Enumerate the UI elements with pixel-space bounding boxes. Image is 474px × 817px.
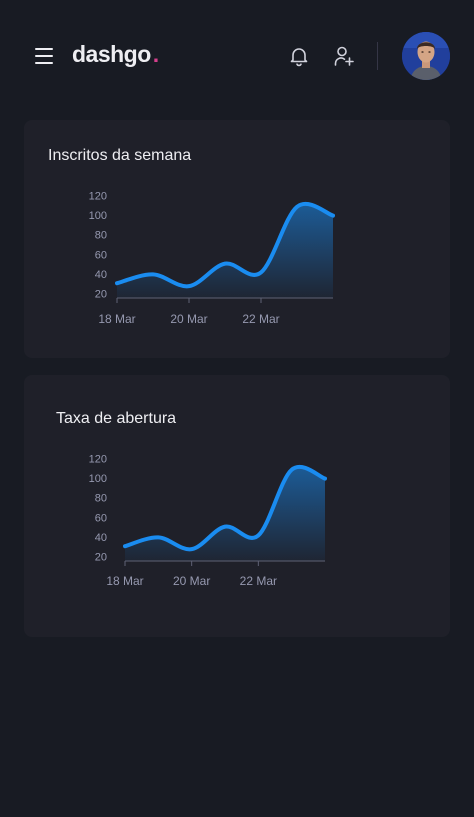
x-tick-label: 22 Mar <box>242 312 279 326</box>
logo-text: dashgo <box>72 41 151 67</box>
y-tick-label: 20 <box>95 552 107 564</box>
open-rate-chart: 120 100 80 60 40 20 18 Mar 20 Mar 22 Mar <box>89 454 327 588</box>
y-tick-label: 20 <box>95 289 107 301</box>
subscribers-chart: 120 100 80 60 40 20 18 Mar 20 Mar 22 Mar <box>89 191 335 326</box>
y-tick-label: 60 <box>95 512 107 524</box>
x-tick-label: 18 Mar <box>98 312 135 326</box>
y-tick-label: 100 <box>89 473 107 485</box>
logo-dot: . <box>152 41 159 67</box>
x-tick-label: 20 Mar <box>170 312 207 326</box>
y-tick-label: 120 <box>89 454 107 466</box>
y-tick-label: 120 <box>89 191 107 203</box>
avatar[interactable] <box>402 32 450 80</box>
series-area <box>125 466 325 561</box>
y-tick-label: 60 <box>95 249 107 261</box>
chart-card-open-rate: Taxa de abertura 120 100 80 60 40 20 18 Mar 20 … <box>24 375 450 637</box>
header-divider <box>377 42 378 70</box>
hamburger-menu-icon[interactable] <box>30 42 58 70</box>
x-tick-label: 18 Mar <box>106 574 143 588</box>
chart-card-subscribers: Inscritos da semana 120 100 80 60 40 20 18 Mar… <box>24 120 450 358</box>
y-tick-label: 80 <box>95 230 107 242</box>
y-tick-label: 100 <box>89 210 107 222</box>
y-tick-label: 80 <box>95 493 107 505</box>
x-tick-label: 22 Mar <box>240 574 277 588</box>
user-plus-icon[interactable] <box>332 44 356 68</box>
series-area <box>117 203 333 298</box>
y-tick-label: 40 <box>95 269 107 281</box>
logo[interactable]: dashgo. <box>72 41 159 68</box>
y-tick-label: 40 <box>95 532 107 544</box>
bell-icon[interactable] <box>287 44 311 68</box>
header: dashgo. <box>0 0 474 112</box>
x-tick-label: 20 Mar <box>173 574 210 588</box>
